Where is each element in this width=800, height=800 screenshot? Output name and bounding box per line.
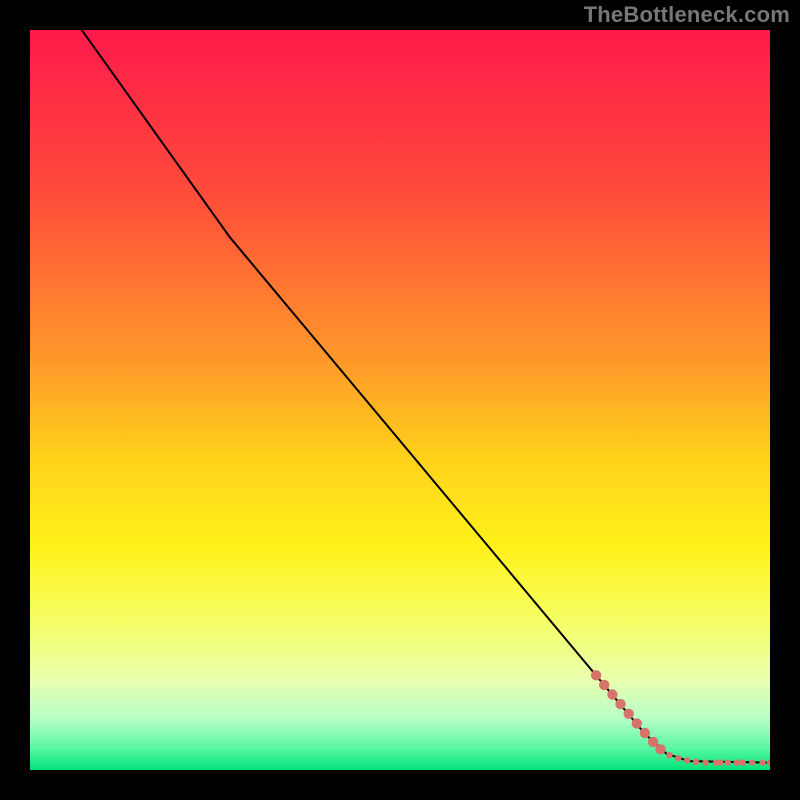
data-point xyxy=(624,709,634,719)
data-point xyxy=(739,759,745,765)
data-point xyxy=(693,759,699,765)
data-point xyxy=(591,670,601,680)
data-point xyxy=(717,759,723,765)
data-point xyxy=(675,755,681,761)
data-point xyxy=(666,752,672,758)
data-point xyxy=(615,699,625,709)
data-point xyxy=(702,759,708,765)
data-point xyxy=(640,728,650,738)
data-point xyxy=(607,689,617,699)
data-point xyxy=(684,757,690,763)
data-point xyxy=(759,759,765,765)
chart-frame: TheBottleneck.com xyxy=(0,0,800,800)
data-point xyxy=(599,680,609,690)
data-point xyxy=(655,744,665,754)
plot-area xyxy=(30,30,770,770)
data-point xyxy=(725,759,731,765)
chart-svg xyxy=(30,30,770,770)
data-point xyxy=(632,718,642,728)
gradient-background xyxy=(30,30,770,770)
watermark-text: TheBottleneck.com xyxy=(584,2,790,28)
data-point xyxy=(749,759,755,765)
data-point xyxy=(648,737,658,747)
data-point xyxy=(734,759,740,765)
